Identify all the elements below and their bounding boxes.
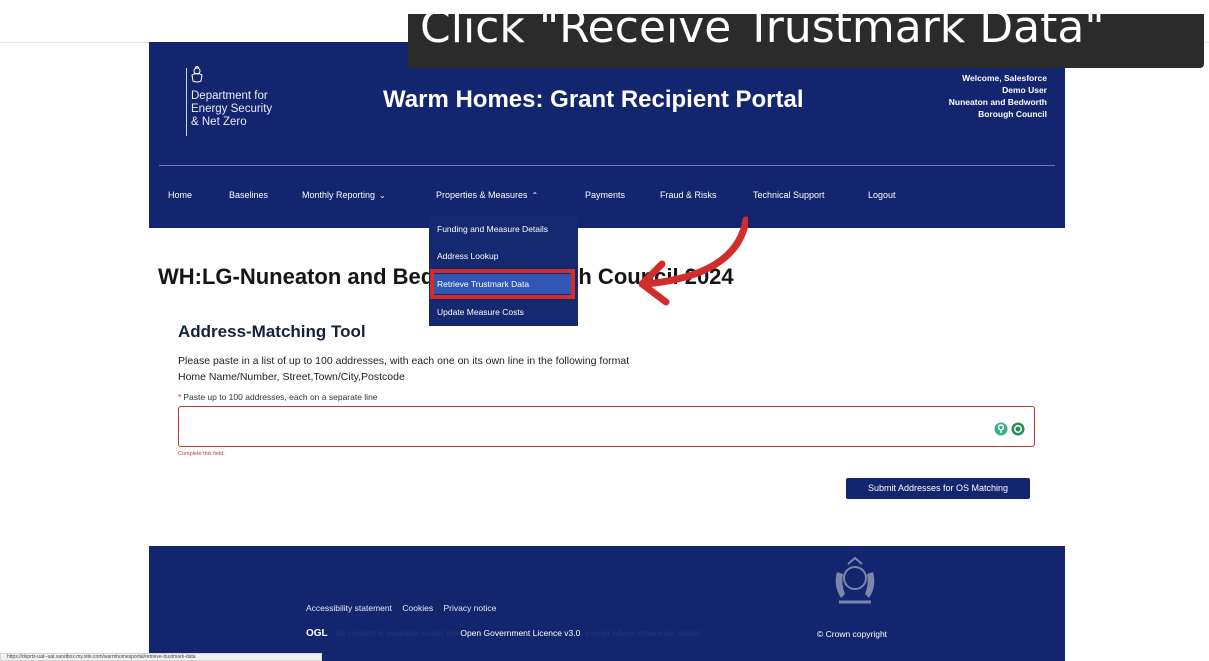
- nav-properties-measures-label: Properties & Measures: [436, 190, 528, 200]
- header-divider: [159, 165, 1055, 166]
- dept-line-3: & Net Zero: [191, 116, 247, 128]
- extension-icons[interactable]: [994, 422, 1026, 436]
- royal-crest-icon: [191, 66, 203, 83]
- nav-home-label: Home: [168, 190, 193, 200]
- department-logo-text[interactable]: Department for Energy Security & Net Zer…: [191, 90, 311, 129]
- dept-line-1: Department for: [191, 90, 268, 102]
- chevron-up-icon: ⌃: [531, 191, 539, 200]
- site-header: Department for Energy Security & Net Zer…: [149, 42, 1065, 228]
- chevron-down-icon: ⌄: [379, 191, 386, 200]
- status-bar-url: https://dsprtz-uat--uat.sandbox.my.site.…: [0, 653, 322, 661]
- footer-links: Accessibility statement Cookies Privacy …: [306, 603, 504, 613]
- footer-link-accessibility[interactable]: Accessibility statement: [306, 603, 392, 613]
- tool-title: Address-Matching Tool: [178, 322, 366, 341]
- field-error: Complete this field.: [178, 451, 225, 457]
- welcome-line-1: Welcome, Salesforce: [962, 73, 1047, 83]
- ogl-logo: OGL: [306, 628, 328, 639]
- instruction-line-1: Please paste in a list of up to 100 addr…: [178, 355, 630, 367]
- addresses-field-label-text: Paste up to 100 addresses, each on a sep…: [183, 392, 378, 402]
- addresses-textarea[interactable]: [178, 406, 1035, 447]
- nav-properties-measures[interactable]: Properties & Measures ⌃: [436, 190, 538, 200]
- nav-monthly-reporting[interactable]: Monthly Reporting ⌄: [302, 190, 386, 200]
- dept-line-2: Energy Security: [191, 103, 273, 115]
- nav-payments[interactable]: Payments: [585, 190, 625, 200]
- nav-technical-support[interactable]: Technical Support: [753, 190, 825, 200]
- welcome-line-3: Nuneaton and Bedworth: [948, 97, 1047, 107]
- portal-title: Warm Homes: Grant Recipient Portal: [383, 86, 804, 113]
- licence-notice: OGL All content is available under the O…: [306, 628, 700, 639]
- nav-baselines[interactable]: Baselines: [229, 190, 268, 200]
- dept-logo-bar: [186, 68, 187, 136]
- site-footer: Accessibility statement Cookies Privacy …: [149, 546, 1065, 661]
- welcome-line-2: Demo User: [1002, 85, 1047, 95]
- nav-logout-label: Logout: [868, 190, 896, 200]
- footer-link-privacy[interactable]: Privacy notice: [443, 603, 496, 613]
- nav-fraud-risks[interactable]: Fraud & Risks: [660, 190, 717, 200]
- nav-logout[interactable]: Logout: [868, 190, 896, 200]
- welcome-line-4: Borough Council: [978, 109, 1047, 119]
- main-nav: Home Baselines Monthly Reporting ⌄ Proper…: [149, 190, 1065, 210]
- nav-monthly-reporting-label: Monthly Reporting: [302, 190, 376, 200]
- addresses-field-label: * Paste up to 100 addresses, each on a se…: [178, 392, 378, 402]
- submit-addresses-button[interactable]: Submit Addresses for OS Matching: [846, 478, 1030, 499]
- welcome-user: Welcome, Salesforce Demo User Nuneaton a…: [949, 72, 1047, 120]
- licence-suffix: , except where otherwise stated: [580, 628, 700, 638]
- nav-technical-support-label: Technical Support: [753, 190, 825, 200]
- menu-item-address-lookup[interactable]: Address Lookup: [433, 246, 574, 266]
- licence-prefix: All content is available under the: [335, 628, 458, 638]
- instruction-line-2: Home Name/Number, Street,Town/City,Postc…: [178, 371, 405, 383]
- nav-fraud-risks-label: Fraud & Risks: [660, 190, 717, 200]
- nav-home[interactable]: Home: [168, 190, 192, 200]
- required-marker: *: [178, 392, 182, 402]
- crown-copyright[interactable]: © Crown copyright: [817, 629, 887, 639]
- footer-link-cookies[interactable]: Cookies: [402, 603, 433, 613]
- caption-text: Click "Receive Trustmark Data": [420, 14, 1105, 53]
- licence-link[interactable]: Open Government Licence v3.0: [460, 628, 580, 638]
- nav-baselines-label: Baselines: [229, 190, 269, 200]
- menu-item-update-measure-costs[interactable]: Update Measure Costs: [433, 302, 574, 322]
- nav-payments-label: Payments: [585, 190, 626, 200]
- tool-instructions: Please paste in a list of up to 100 addr…: [178, 353, 629, 385]
- instruction-caption: Click "Receive Trustmark Data": [408, 14, 1204, 68]
- pointer-arrow-icon: [638, 216, 748, 306]
- royal-arms-icon: [835, 556, 875, 604]
- highlight-box: [430, 269, 575, 299]
- menu-item-funding-measure-details[interactable]: Funding and Measure Details: [433, 219, 574, 239]
